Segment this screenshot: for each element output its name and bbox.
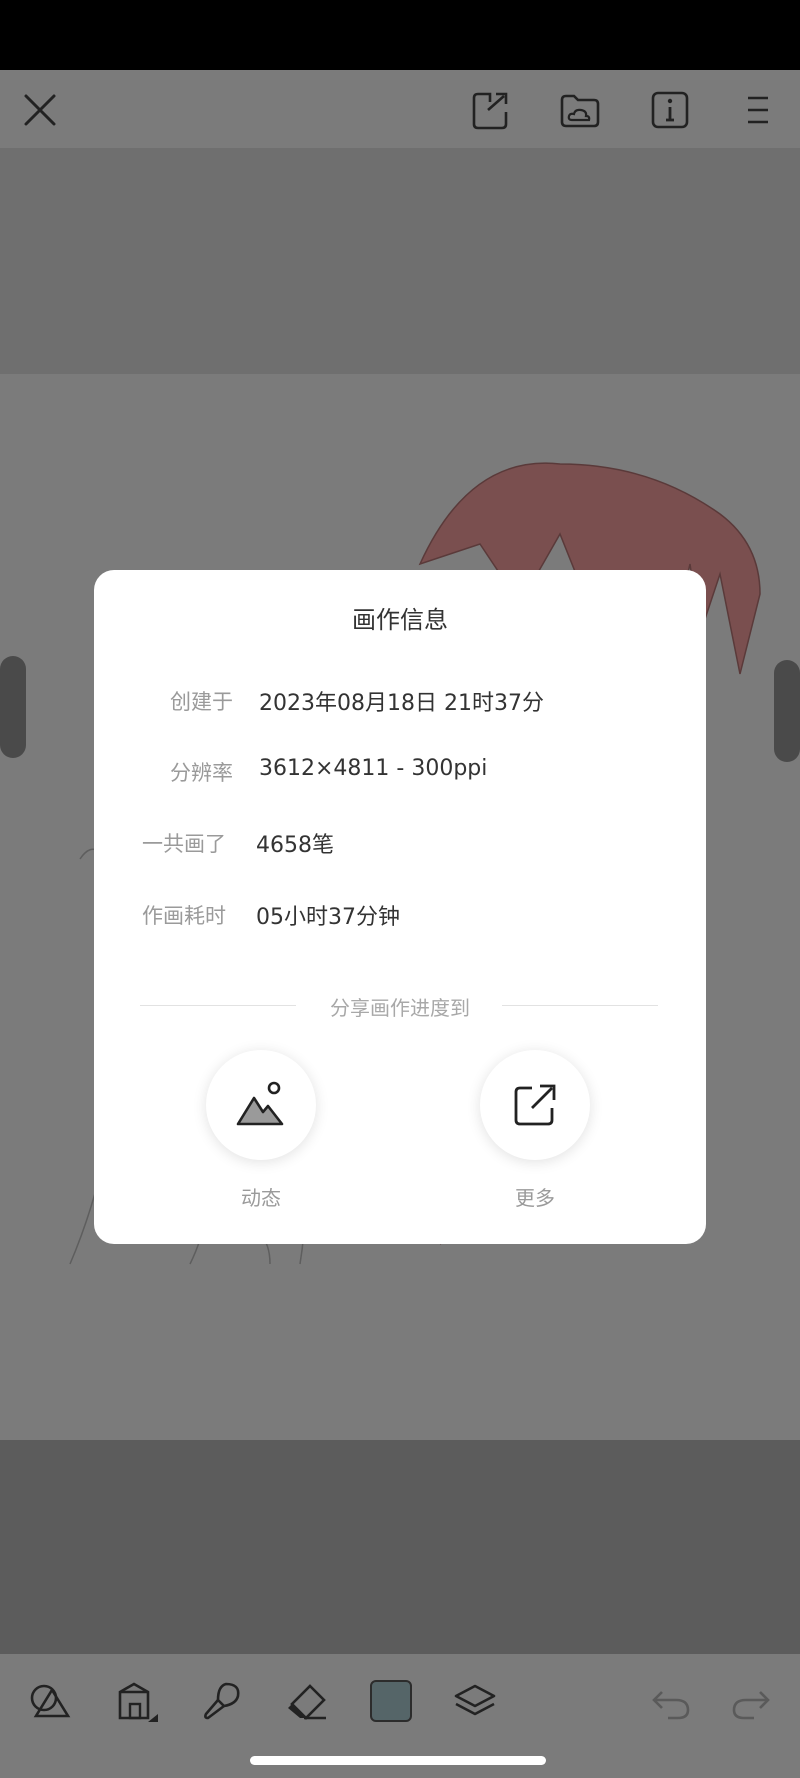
navigation-bar [0,1744,800,1778]
resolution-value: 3612×4811 - 300ppi [259,756,488,781]
home-indicator[interactable] [250,1756,546,1765]
artwork-info-dialog: 画作信息 创建于 2023年08月18日 21时37分 分辨率 3612×481… [94,570,706,1244]
workspace-background [0,148,800,374]
time-label: 作画耗时 [142,904,226,928]
info-icon[interactable] [648,88,692,132]
bottom-toolbar [0,1654,800,1744]
workspace-background-bottom [0,1440,800,1654]
status-bar [0,0,800,70]
created-value: 2023年08月18日 21时37分 [259,691,544,716]
redo-icon[interactable] [728,1678,774,1724]
external-share-icon [514,1084,556,1126]
share-moments-label: 动态 [241,1186,281,1210]
share-heading: 分享画作进度到 [330,996,470,1020]
export-icon[interactable] [468,88,512,132]
close-icon[interactable] [18,88,62,132]
color-swatch[interactable] [370,1680,412,1722]
strokes-value: 4658笔 [256,833,334,858]
menu-icon[interactable] [738,88,782,132]
share-moments-button[interactable] [206,1050,316,1160]
time-value: 05小时37分钟 [256,905,400,930]
right-panel-handle[interactable] [774,660,800,762]
created-label: 创建于 [170,690,233,714]
image-mountain-icon [236,1081,284,1126]
left-panel-handle[interactable] [0,656,26,758]
dialog-title: 画作信息 [352,606,448,634]
eraser-icon[interactable] [284,1678,330,1724]
layers-icon[interactable] [452,1678,498,1724]
top-toolbar [0,70,800,148]
cloud-folder-icon[interactable] [558,88,602,132]
paint-bucket-icon[interactable] [112,1678,158,1724]
brush-icon[interactable] [198,1678,244,1724]
share-more-button[interactable] [480,1050,590,1160]
strokes-label: 一共画了 [142,832,226,856]
shapes-icon[interactable] [26,1678,72,1724]
undo-icon[interactable] [648,1678,694,1724]
resolution-label: 分辨率 [170,761,233,785]
share-more-label: 更多 [515,1186,555,1210]
